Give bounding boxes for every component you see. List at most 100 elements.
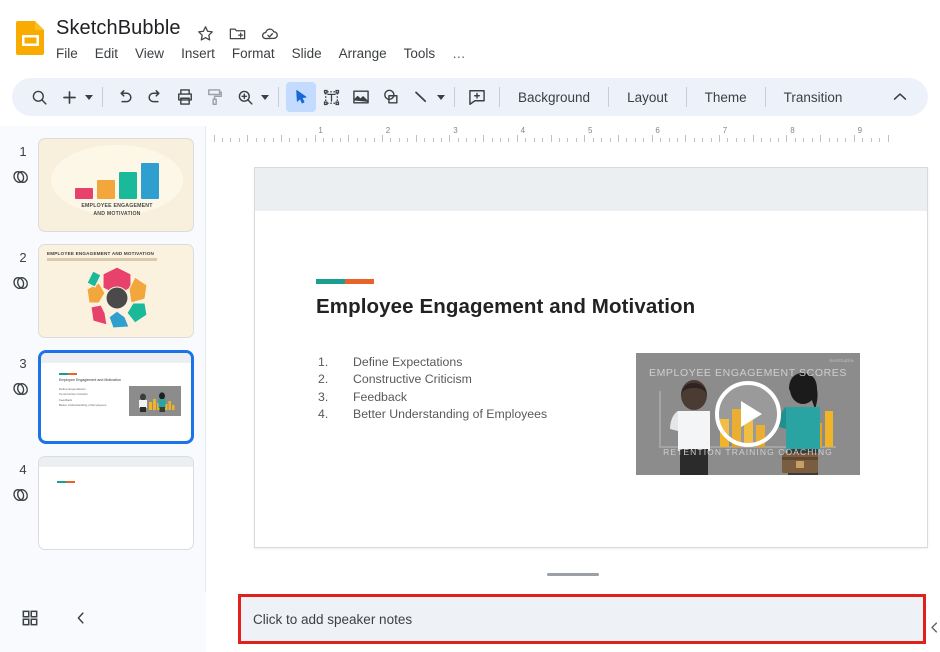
slide-number: 2 [19,250,27,265]
filmstrip-slide-3[interactable]: 3 Employee Engagement and Motivation Def… [0,350,206,456]
insert-image-icon[interactable] [346,82,376,112]
list-item-number: 3. [318,389,329,404]
list-item-text: Feedback [353,389,408,404]
ruler-label: 3 [453,126,458,135]
menu-item-view[interactable]: View [135,46,164,61]
list-item: 2. Constructive Criticism [318,371,547,388]
filmstrip-slide-2[interactable]: 2 EMPLOYEE ENGAGEMENT AND MOTIVATION [0,244,206,350]
slide-filmstrip[interactable]: 1 EMPLOYEE ENGAGEMENT AND MOTIVATION 2 E… [0,126,206,592]
paint-format-icon[interactable] [200,82,230,112]
filmstrip-slide-1[interactable]: 1 EMPLOYEE ENGAGEMENT AND MOTIVATION [0,138,206,244]
grid-view-icon[interactable] [20,608,40,633]
thumb-title: Employee Engagement and Motivation [59,378,121,382]
menu-item-arrange[interactable]: Arrange [339,46,387,61]
collapse-filmstrip-chevron-left-icon[interactable] [72,609,90,632]
thumb-header-band [39,457,193,467]
star-icon[interactable] [196,24,215,48]
background-button[interactable]: Background [507,83,601,111]
slide-number: 4 [19,462,27,477]
ruler-tick [584,135,586,142]
slide-numbered-list[interactable]: 1. Define Expectations 2. Constructive C… [318,354,547,424]
main-toolbar: Background Layout Theme Transition [12,78,928,116]
zoom-options-icon[interactable] [261,94,269,100]
slide-thumbnail-selected[interactable]: Employee Engagement and Motivation Defin… [38,350,194,444]
ruler-tick [382,135,384,142]
thumb-accent-bar [57,481,75,499]
divider [608,87,610,107]
thumb-list: Define Expectations Constructive Critici… [59,387,129,408]
embedded-video[interactable]: EMPLOYEE ENGAGEMENT SCORES RETENTION TRA… [635,352,861,476]
redo-icon[interactable] [140,82,170,112]
ruler-tick [853,135,855,142]
current-slide[interactable]: Employee Engagement and Motivation 1. De… [254,167,928,548]
slide-thumbnail[interactable]: EMPLOYEE ENGAGEMENT AND MOTIVATION [38,138,194,232]
ruler-label: 5 [588,126,593,135]
line-options-icon[interactable] [437,94,445,100]
slides-logo-icon[interactable] [14,20,48,56]
linked-slide-icon [10,272,36,296]
menu-item-edit[interactable]: Edit [95,46,118,61]
ruler-tick [887,135,889,142]
search-icon[interactable] [24,82,54,112]
print-icon[interactable] [170,82,200,112]
list-item: 1. Define Expectations [318,354,547,371]
speaker-notes-panel[interactable]: Click to add speaker notes [238,594,926,644]
menu-overflow-button[interactable]: … [452,46,467,61]
undo-icon[interactable] [110,82,140,112]
chevron-up-icon[interactable] [890,87,910,112]
video-overlay-title: EMPLOYEE ENGAGEMENT SCORES [648,367,848,379]
transition-button[interactable]: Transition [773,83,854,111]
list-item: 4. Better Understanding of Employees [318,406,547,423]
thumb-caption-line2: AND MOTIVATION [93,210,141,217]
shape-icon[interactable] [376,82,406,112]
app-header: SketchBubble File Edit View Insert Forma… [0,0,940,72]
play-triangle [740,401,762,427]
linked-slide-icon [10,484,36,508]
select-cursor-icon[interactable] [286,82,316,112]
document-title[interactable]: SketchBubble [56,17,181,40]
list-item: 3. Feedback [318,389,547,406]
ruler-label: 7 [722,126,728,135]
list-item-number: 4. [318,407,329,422]
video-overlay-subtitle: RETENTION TRAINING COACHING [663,447,833,457]
menu-item-tools[interactable]: Tools [404,46,436,61]
add-slide-options-icon[interactable] [85,94,93,100]
add-slide-icon[interactable] [54,82,84,112]
ruler-label: 9 [857,126,863,135]
text-box-icon[interactable] [316,82,346,112]
layout-button[interactable]: Layout [616,83,679,111]
linked-slide-icon [10,166,36,190]
slide-thumbnail[interactable]: EMPLOYEE ENGAGEMENT AND MOTIVATION [38,244,194,338]
expand-panel-chevron-left-icon[interactable] [927,620,940,640]
thumb-video [129,386,181,416]
notes-resize-handle[interactable] [547,573,599,576]
ruler-tick [415,135,417,142]
divider [102,87,103,107]
slide-thumbnail[interactable] [38,456,194,550]
thumb-accent-bar [59,373,77,375]
filmstrip-slide-4[interactable]: 4 [0,456,206,562]
slide-number: 1 [19,144,27,159]
thumb-title: EMPLOYEE ENGAGEMENT AND MOTIVATION [47,251,155,256]
slide-canvas[interactable]: Employee Engagement and Motivation 1. De… [206,142,940,592]
menu-item-slide[interactable]: Slide [292,46,322,61]
menu-item-file[interactable]: File [56,46,78,61]
line-icon[interactable] [406,82,436,112]
play-button-icon[interactable] [715,381,781,447]
speaker-notes-placeholder[interactable]: Click to add speaker notes [253,612,412,627]
ruler-tick [685,135,687,142]
menu-item-insert[interactable]: Insert [181,46,215,61]
menu-item-format[interactable]: Format [232,46,275,61]
comment-add-icon[interactable] [462,82,492,112]
ruler-tick [483,135,485,142]
filmstrip-footer [0,592,206,652]
ruler-label: 8 [790,126,795,135]
zoom-icon[interactable] [230,82,260,112]
slide-title[interactable]: Employee Engagement and Motivation [316,295,695,319]
linked-slide-icon [10,378,36,402]
thumb-hexagon-diagram [85,265,149,329]
theme-button[interactable]: Theme [694,83,758,111]
list-item-number: 2. [318,372,329,387]
ruler-tick [314,135,316,142]
move-to-folder-icon[interactable] [228,24,247,48]
